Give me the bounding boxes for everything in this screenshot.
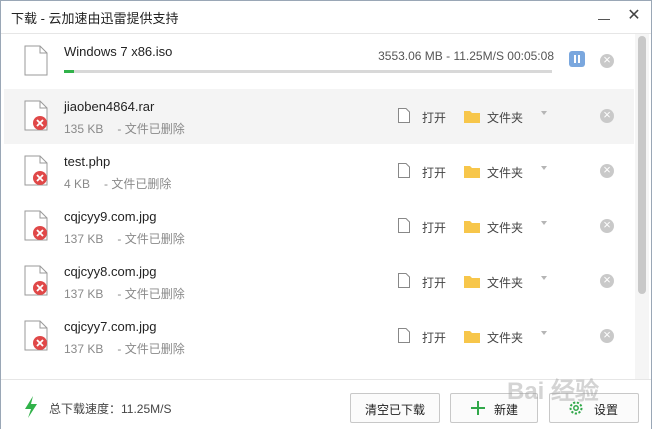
- file-meta: 137 KB - 文件已删除: [64, 285, 185, 302]
- file-name: cqjcyy9.com.jpg: [64, 209, 157, 224]
- open-file-icon: [398, 328, 410, 343]
- open-label: 打开: [422, 331, 447, 345]
- file-error-icon: [24, 210, 48, 241]
- file-status: - 文件已删除: [117, 122, 185, 136]
- file-size: 4 KB: [64, 177, 91, 191]
- scrollbar[interactable]: [635, 34, 649, 379]
- delete-icon[interactable]: [600, 107, 614, 123]
- delete-icon[interactable]: [600, 327, 614, 343]
- folder-label: 文件夹: [487, 331, 524, 345]
- total-speed: 总下载速度：11.25M/S: [49, 402, 172, 416]
- file-status: - 文件已删除: [117, 287, 185, 301]
- download-row[interactable]: cqjcyy7.com.jpg 137 KB - 文件已删除 打开 文件夹: [4, 309, 634, 365]
- progress-info: 3553.06 MB - 11.25M/S 00:05:08: [378, 49, 554, 63]
- file-error-icon: [24, 320, 48, 351]
- active-download-row[interactable]: Windows 7 x86.iso 3553.06 MB - 11.25M/S …: [4, 34, 634, 90]
- caret-down-icon[interactable]: [541, 111, 547, 115]
- open-label: 打开: [422, 111, 447, 125]
- download-row[interactable]: jiaoben4864.rar 135 KB - 文件已删除 打开 文件夹: [4, 89, 634, 145]
- folder-icon: [464, 221, 480, 233]
- file-meta: 4 KB - 文件已删除: [64, 175, 171, 192]
- download-row[interactable]: cqjcyy8.com.jpg 137 KB - 文件已删除 打开 文件夹: [4, 254, 634, 310]
- folder-icon: [464, 276, 480, 288]
- caret-down-icon[interactable]: [541, 331, 547, 335]
- scroll-thumb[interactable]: [638, 36, 646, 294]
- download-list: Windows 7 x86.iso 3553.06 MB - 11.25M/S …: [4, 34, 634, 379]
- open-file-icon: [398, 273, 410, 288]
- file-name: jiaoben4864.rar: [64, 99, 155, 114]
- file-meta: 135 KB - 文件已删除: [64, 120, 185, 137]
- bolt-icon: [25, 396, 37, 418]
- caret-down-icon[interactable]: [541, 166, 547, 170]
- caret-down-icon[interactable]: [541, 276, 547, 280]
- file-size: 135 KB: [64, 122, 104, 136]
- download-window: 下载 - 云加速由迅雷提供支持 ✕ Windows 7 x86.iso 3553…: [0, 0, 652, 429]
- folder-label: 文件夹: [487, 276, 524, 290]
- pause-icon[interactable]: [569, 51, 585, 67]
- file-name: cqjcyy7.com.jpg: [64, 319, 157, 334]
- open-label: 打开: [422, 276, 447, 290]
- title-bar: 下载 - 云加速由迅雷提供支持 ✕: [1, 1, 651, 34]
- file-name: Windows 7 x86.iso: [64, 44, 173, 59]
- file-status: - 文件已删除: [117, 342, 185, 356]
- file-meta: 137 KB - 文件已删除: [64, 230, 185, 247]
- file-error-icon: [24, 100, 48, 131]
- file-status: - 文件已删除: [104, 177, 172, 191]
- file-icon: [24, 45, 48, 76]
- delete-icon[interactable]: [600, 217, 614, 233]
- file-status: - 文件已删除: [117, 232, 185, 246]
- progress-bar: [64, 70, 552, 73]
- folder-icon: [464, 111, 480, 123]
- progress-fill: [64, 70, 74, 73]
- folder-icon: [464, 331, 480, 343]
- file-size: 137 KB: [64, 342, 104, 356]
- file-meta: 137 KB - 文件已删除: [64, 340, 185, 357]
- file-size: 137 KB: [64, 287, 104, 301]
- download-row[interactable]: cqjcyy9.com.jpg 137 KB - 文件已删除 打开 文件夹: [4, 199, 634, 255]
- folder-label: 文件夹: [487, 111, 524, 125]
- minimize-icon[interactable]: [595, 7, 613, 25]
- file-error-icon: [24, 265, 48, 296]
- clear-downloaded-label: 清空已下载: [364, 403, 425, 417]
- open-file-icon: [398, 108, 410, 123]
- delete-icon[interactable]: [600, 272, 614, 288]
- open-file-icon: [398, 218, 410, 233]
- folder-label: 文件夹: [487, 166, 524, 180]
- file-name: cqjcyy8.com.jpg: [64, 264, 157, 279]
- download-row[interactable]: test.php 4 KB - 文件已删除 打开 文件夹: [4, 144, 634, 200]
- watermark: Bai 经验: [507, 378, 600, 405]
- caret-down-icon[interactable]: [541, 221, 547, 225]
- file-error-icon: [24, 155, 48, 186]
- close-icon[interactable]: ✕: [625, 7, 643, 25]
- delete-icon[interactable]: [600, 162, 614, 178]
- file-size: 137 KB: [64, 232, 104, 246]
- window-title: 下载 - 云加速由迅雷提供支持: [11, 11, 179, 26]
- open-label: 打开: [422, 221, 447, 235]
- folder-label: 文件夹: [487, 221, 524, 235]
- clear-downloaded-button[interactable]: 清空已下载: [350, 393, 440, 423]
- delete-icon[interactable]: [600, 52, 614, 68]
- open-label: 打开: [422, 166, 447, 180]
- file-name: test.php: [64, 154, 111, 169]
- folder-icon: [464, 166, 480, 178]
- open-file-icon: [398, 163, 410, 178]
